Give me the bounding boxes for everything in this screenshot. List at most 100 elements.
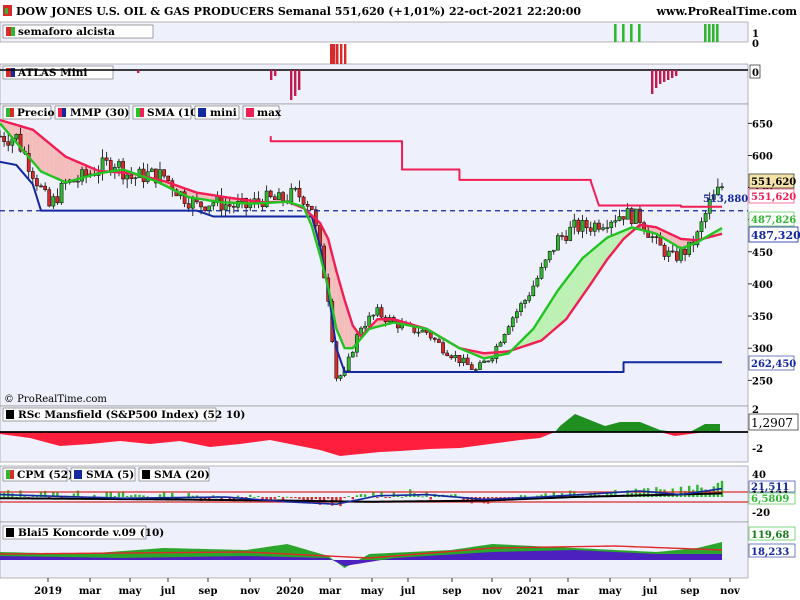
candle-down — [564, 235, 568, 241]
cpm-bar — [384, 497, 387, 498]
atlas-bar — [671, 70, 674, 78]
candle-down — [683, 248, 687, 255]
candle-down — [227, 204, 232, 207]
atlas-bar — [294, 70, 297, 96]
candle-down — [662, 244, 667, 257]
close-badge-b: 551,620 — [751, 192, 796, 203]
close-badge-a: 551,620 — [751, 177, 796, 188]
cpm-bar — [130, 495, 133, 497]
candle-up — [539, 267, 544, 279]
candle-down — [588, 227, 593, 232]
rsc-legend[interactable]: RSc Mansfield (S&P500 Index) (52 10) — [2, 407, 245, 422]
candle-down — [675, 251, 679, 261]
svg-text:Blai5 Koncorde v.09 (10): Blai5 Koncorde v.09 (10) — [18, 527, 164, 539]
chart-canvas: DOW JONES U.S. OIL & GAS PRODUCERS Seman… — [0, 0, 800, 597]
semaforo-axis-0: 0 — [752, 39, 759, 50]
cpm-bar — [523, 495, 527, 497]
cpm-bar — [187, 493, 190, 497]
x-tick-label: mar — [319, 586, 342, 597]
candle-down — [305, 204, 310, 207]
atlas-axis-0: 0 — [752, 68, 759, 79]
candle-up — [223, 204, 228, 211]
candle-up — [453, 355, 458, 359]
x-tick-label: mar — [79, 586, 102, 597]
cpm-bar — [347, 496, 350, 498]
candle-up — [76, 180, 80, 183]
svg-text:RSc Mansfield (S&P500 Index) (: RSc Mansfield (S&P500 Index) (52 10) — [18, 409, 245, 421]
cpm-axis-m20: -20 — [752, 508, 770, 519]
candle-up — [346, 356, 351, 371]
candle-up — [149, 168, 154, 172]
candle-up — [703, 213, 708, 223]
x-tick-label: 2019 — [34, 586, 62, 597]
cpm-bar — [236, 495, 240, 497]
candle-down — [584, 220, 589, 229]
candle-up — [556, 235, 560, 251]
candle-up — [527, 295, 532, 301]
legend-precio: Precio — [17, 107, 55, 119]
candle-up — [720, 186, 724, 189]
rsc-axis-m2: -2 — [752, 444, 763, 455]
candle-up — [568, 226, 573, 241]
candle-up — [474, 369, 478, 371]
candle-down — [199, 201, 203, 208]
candle-up — [190, 198, 195, 209]
cpm-bar — [277, 495, 281, 497]
candle-down — [203, 206, 207, 211]
mmp-sma-fill — [57, 149, 62, 181]
blai5-legend[interactable]: Blai5 Koncorde v.09 (10) — [2, 525, 164, 540]
candle-up — [515, 311, 519, 319]
cpm-bar — [113, 495, 117, 497]
x-tick-label: nov — [240, 586, 261, 597]
cpm-bar — [253, 496, 256, 498]
atlas-bar — [137, 70, 140, 73]
candle-up — [625, 208, 630, 220]
candle-up — [371, 314, 376, 317]
candle-up — [551, 249, 556, 252]
cpm-bar — [294, 497, 297, 499]
cpm-bar — [285, 496, 289, 498]
candle-up — [617, 216, 622, 221]
x-tick-label: may — [119, 586, 143, 597]
candle-down — [621, 216, 626, 220]
candle-up — [502, 333, 507, 343]
x-tick-label: may — [599, 586, 623, 597]
candle-up — [375, 307, 380, 316]
semaforo-bar — [630, 24, 633, 42]
candle-down — [670, 250, 675, 253]
candle-down — [0, 135, 2, 138]
rsc-value: 1,2907 — [751, 416, 793, 430]
svg-text:SMA (20): SMA (20) — [154, 469, 210, 481]
cpm-legend[interactable]: CPM (52) SMA (5) SMA (20) — [2, 467, 210, 482]
mmp-sma-fill — [65, 156, 70, 183]
semaforo-bar — [614, 24, 617, 42]
x-tick-label: sep — [443, 586, 462, 597]
cpm-bar — [158, 494, 162, 497]
candle-down — [273, 196, 277, 200]
candle-up — [14, 133, 19, 140]
x-tick-label: 2020 — [276, 586, 304, 597]
candle-up — [207, 205, 212, 211]
x-tick-label: jul — [642, 586, 658, 597]
mmp-sma-fill — [53, 146, 58, 179]
candle-down — [162, 169, 166, 177]
semaforo-bar — [340, 44, 343, 64]
semaforo-legend[interactable]: semaforo alcista — [2, 24, 154, 39]
cpm-bar — [351, 497, 354, 500]
website-label[interactable]: www.ProRealTime.com — [656, 5, 798, 18]
atlas-bar — [675, 70, 678, 76]
x-tick-label: 2021 — [516, 586, 544, 597]
mmp-sma-fill — [73, 160, 78, 181]
candle-down — [301, 196, 306, 205]
candle-down — [445, 352, 449, 357]
cpm-bar — [359, 494, 363, 497]
x-tick-label: nov — [482, 586, 503, 597]
mmp-sma-fill — [49, 143, 54, 177]
candle-up — [478, 362, 482, 370]
cpm-bar — [388, 497, 391, 498]
atlas-bar — [298, 70, 301, 90]
atlas-bar — [655, 70, 658, 88]
candle-down — [166, 175, 171, 181]
atlas-legend[interactable]: ATLAS Mini — [2, 65, 114, 80]
cpm-bar — [363, 494, 367, 497]
